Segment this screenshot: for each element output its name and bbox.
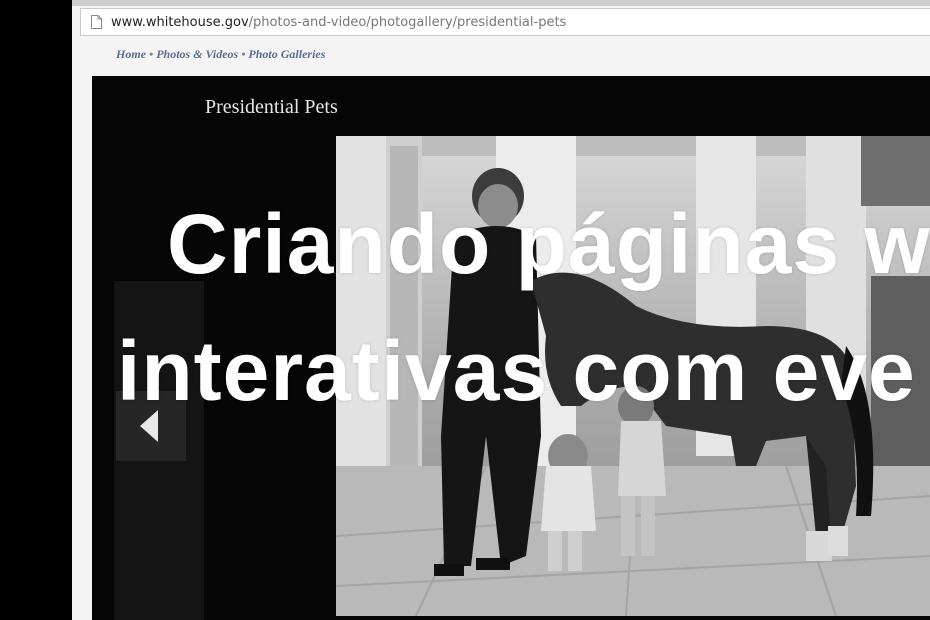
url-path: /photos-and-video/photogallery/president…: [248, 15, 567, 30]
breadcrumb-photos-videos[interactable]: Photos & Videos: [156, 47, 238, 61]
url-text[interactable]: www.whitehouse.gov/photos-and-video/phot…: [111, 15, 566, 30]
triangle-left-icon: [140, 410, 158, 442]
breadcrumb-home[interactable]: Home: [116, 47, 146, 61]
address-bar[interactable]: www.whitehouse.gov/photos-and-video/phot…: [80, 8, 930, 36]
url-host: www.whitehouse.gov: [111, 15, 249, 30]
page-icon: [91, 15, 102, 29]
gallery-title: Presidential Pets: [205, 96, 338, 118]
photo-image: [336, 136, 930, 616]
previous-photo-button[interactable]: [116, 391, 186, 461]
breadcrumb-separator: •: [149, 47, 154, 61]
breadcrumb-photo-galleries[interactable]: Photo Galleries: [248, 47, 325, 61]
breadcrumb-separator: •: [241, 47, 246, 61]
photo-gallery: Presidential Pets: [92, 76, 930, 620]
browser-window: www.whitehouse.gov/photos-and-video/phot…: [72, 0, 930, 620]
gallery-photo[interactable]: [336, 136, 930, 616]
toolbar-strip: [72, 0, 930, 6]
breadcrumb: Home • Photos & Videos • Photo Galleries: [116, 47, 325, 62]
screen-bezel: [0, 0, 72, 620]
